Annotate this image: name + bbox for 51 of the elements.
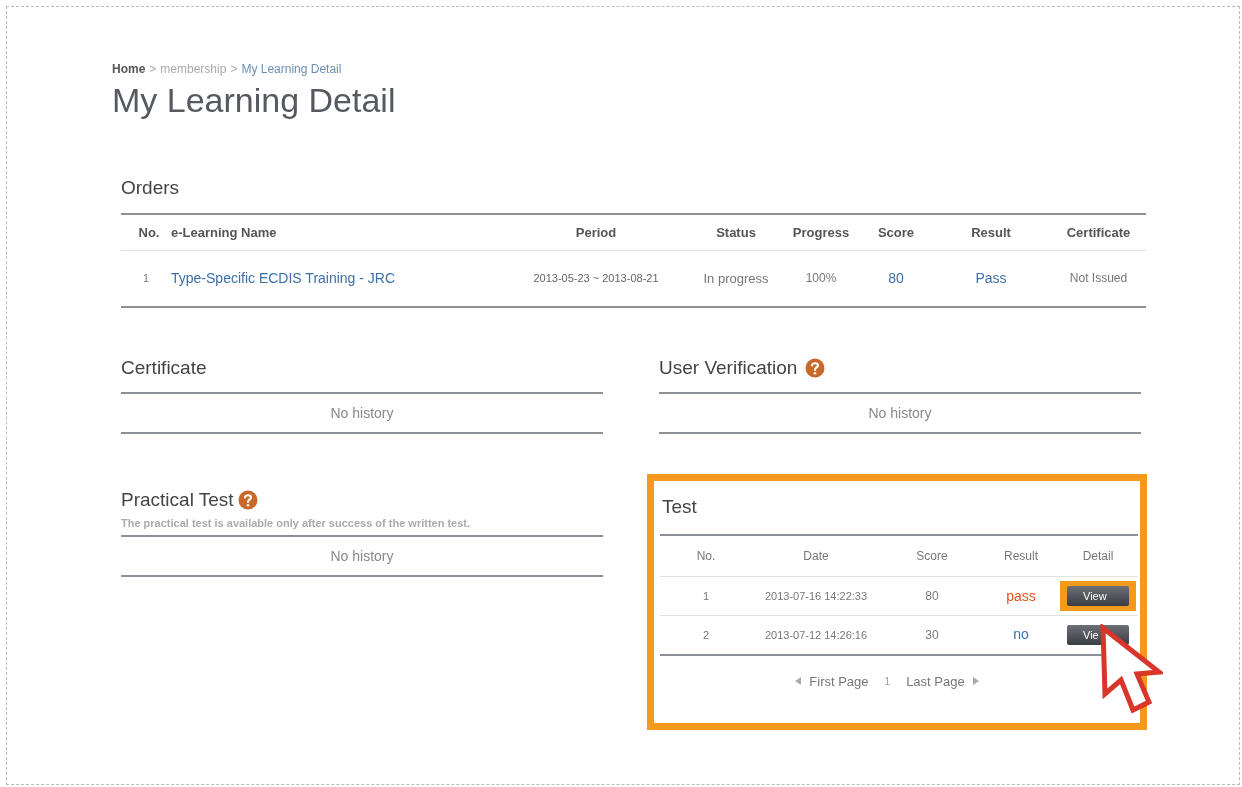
left-triangle-icon — [795, 677, 802, 686]
section-title: Orders — [121, 176, 181, 200]
column-header: Date — [752, 534, 880, 577]
section-title: Certificate — [121, 355, 207, 380]
table-cell: In progress — [691, 250, 781, 307]
column-header: Progress — [781, 213, 861, 251]
section-title: Practical Test — [121, 488, 234, 512]
table-cell: 80 — [880, 576, 984, 616]
breadcrumb-link[interactable]: Home — [112, 60, 146, 78]
table-cell: Not Issued — [1051, 250, 1146, 307]
right-triangle-icon — [972, 677, 979, 686]
column-header: Score — [861, 213, 931, 251]
result-text: pass — [984, 576, 1058, 616]
table-cell: 1 — [660, 576, 752, 616]
last-page-link[interactable]: Last Page — [906, 671, 965, 691]
column-header: e-Learning Name — [171, 213, 501, 251]
page-number[interactable]: 1 — [884, 673, 891, 689]
table-cell: 2013-05-23 ~ 2013-08-21 — [501, 250, 691, 307]
table-cell: 30 — [880, 615, 984, 655]
course-link[interactable]: Type-Specific ECDIS Training - JRC — [171, 250, 501, 307]
table-cell: 80 — [861, 250, 931, 307]
section-title: Test — [661, 495, 698, 519]
breadcrumb-separator: > — [149, 61, 157, 78]
column-header: Certificate — [1051, 213, 1146, 251]
page-title: My Learning Detail — [112, 80, 397, 120]
empty-message: No history — [659, 392, 1141, 434]
table-cell: 2013-07-16 14:22:33 — [752, 576, 880, 616]
column-header: Result — [984, 534, 1058, 577]
help-icon[interactable] — [237, 490, 258, 511]
column-header: No. — [660, 534, 752, 577]
column-header: Result — [931, 213, 1051, 251]
column-header: Status — [691, 213, 781, 251]
help-icon[interactable] — [805, 357, 826, 378]
empty-message: No history — [121, 392, 603, 434]
empty-message: No history — [121, 535, 603, 577]
column-header: Score — [880, 534, 984, 577]
table-cell: 100% — [781, 250, 861, 307]
first-page-link[interactable]: First Page — [809, 671, 869, 691]
view-button[interactable]: View — [1067, 586, 1129, 606]
section-title: User Verification — [659, 355, 798, 380]
section-note: The practical test is available only after success of the written test. — [121, 515, 472, 531]
table-cell: Pass — [931, 250, 1051, 307]
breadcrumb-link[interactable]: My Learning Detail — [241, 60, 342, 78]
table-cell: 1 — [121, 250, 171, 307]
breadcrumb-separator: > — [230, 61, 238, 78]
table-cell: 2 — [660, 615, 752, 655]
column-header: Period — [501, 213, 691, 251]
column-header: Detail — [1058, 534, 1138, 577]
table-cell: 2013-07-12 14:26:16 — [752, 615, 880, 655]
result-text: no — [984, 615, 1058, 655]
column-header: No. — [121, 213, 171, 251]
